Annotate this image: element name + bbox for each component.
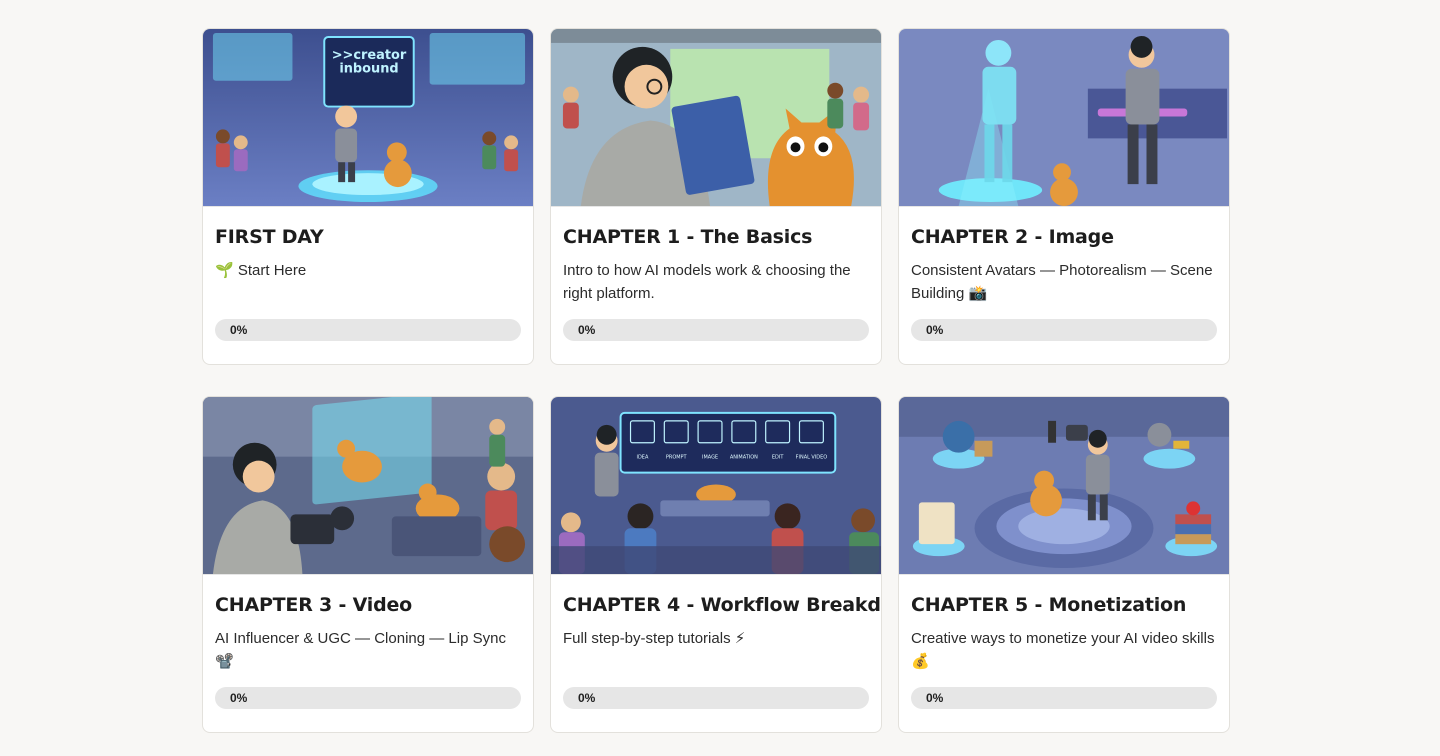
progress-bar: 0% xyxy=(911,319,1217,341)
course-thumbnail xyxy=(899,397,1229,575)
course-card-chapter-1[interactable]: CHAPTER 1 - The Basics Intro to how AI m… xyxy=(550,28,882,365)
progress-bar: 0% xyxy=(563,319,869,341)
progress-bar: 0% xyxy=(911,687,1217,709)
course-description: AI Influencer & UGC — Cloning — Lip Sync… xyxy=(215,630,506,670)
workflow-step-label: ANIMATION xyxy=(730,455,758,461)
progress-bar: 0% xyxy=(215,319,521,341)
course-title: CHAPTER 3 - Video xyxy=(215,594,413,616)
course-thumbnail xyxy=(203,397,533,575)
course-description: Creative ways to monetize your AI video … xyxy=(911,630,1215,670)
course-title: CHAPTER 2 - Image xyxy=(911,226,1114,248)
progress-label: 0% xyxy=(230,691,248,705)
course-description: Intro to how AI models work & choosing t… xyxy=(563,262,851,302)
course-description: Full step-by-step tutorials ⚡ xyxy=(563,630,746,647)
course-card-chapter-4[interactable]: IDEA PROMPT IMAGE ANIMATION EDIT FINAL VIDEO … xyxy=(550,396,882,733)
workflow-step-label: IMAGE xyxy=(702,455,718,461)
svg-text:>>creator: >>creator xyxy=(332,48,407,63)
svg-text:inbound: inbound xyxy=(339,62,398,77)
progress-label: 0% xyxy=(578,691,596,705)
course-thumbnail: >>creator inbound xyxy=(203,29,533,207)
progress-label: 0% xyxy=(230,323,248,337)
course-thumbnail xyxy=(899,29,1229,207)
course-title: FIRST DAY xyxy=(215,226,324,248)
progress-bar: 0% xyxy=(563,687,869,709)
workflow-step-label: FINAL VIDEO xyxy=(796,455,828,461)
course-title: CHAPTER 1 - The Basics xyxy=(563,226,813,248)
workflow-step-label: EDIT xyxy=(772,455,784,461)
progress-label: 0% xyxy=(578,323,596,337)
course-card-chapter-2[interactable]: CHAPTER 2 - Image Consistent Avatars — P… xyxy=(898,28,1230,365)
course-title: CHAPTER 5 - Monetization xyxy=(911,594,1187,616)
course-thumbnail: IDEA PROMPT IMAGE ANIMATION EDIT FINAL VIDEO xyxy=(551,397,881,575)
course-thumbnail xyxy=(551,29,881,207)
course-card-chapter-5[interactable]: CHAPTER 5 - Monetization Creative ways t… xyxy=(898,396,1230,733)
course-title: CHAPTER 4 - Workflow Breakdowns xyxy=(563,594,881,616)
progress-label: 0% xyxy=(926,323,944,337)
course-description: Consistent Avatars — Photorealism — Scen… xyxy=(911,262,1213,302)
course-card-first-day[interactable]: >>creator inbound FIRST DAY 🌱 Start Here xyxy=(202,28,534,365)
workflow-step-label: PROMPT xyxy=(666,455,688,461)
course-card-chapter-3[interactable]: CHAPTER 3 - Video AI Influencer & UGC — … xyxy=(202,396,534,733)
progress-bar: 0% xyxy=(215,687,521,709)
progress-label: 0% xyxy=(926,691,944,705)
course-description: 🌱 Start Here xyxy=(215,262,307,279)
workflow-step-label: IDEA xyxy=(637,455,649,461)
course-grid: >>creator inbound FIRST DAY 🌱 Start Here xyxy=(202,28,1230,733)
